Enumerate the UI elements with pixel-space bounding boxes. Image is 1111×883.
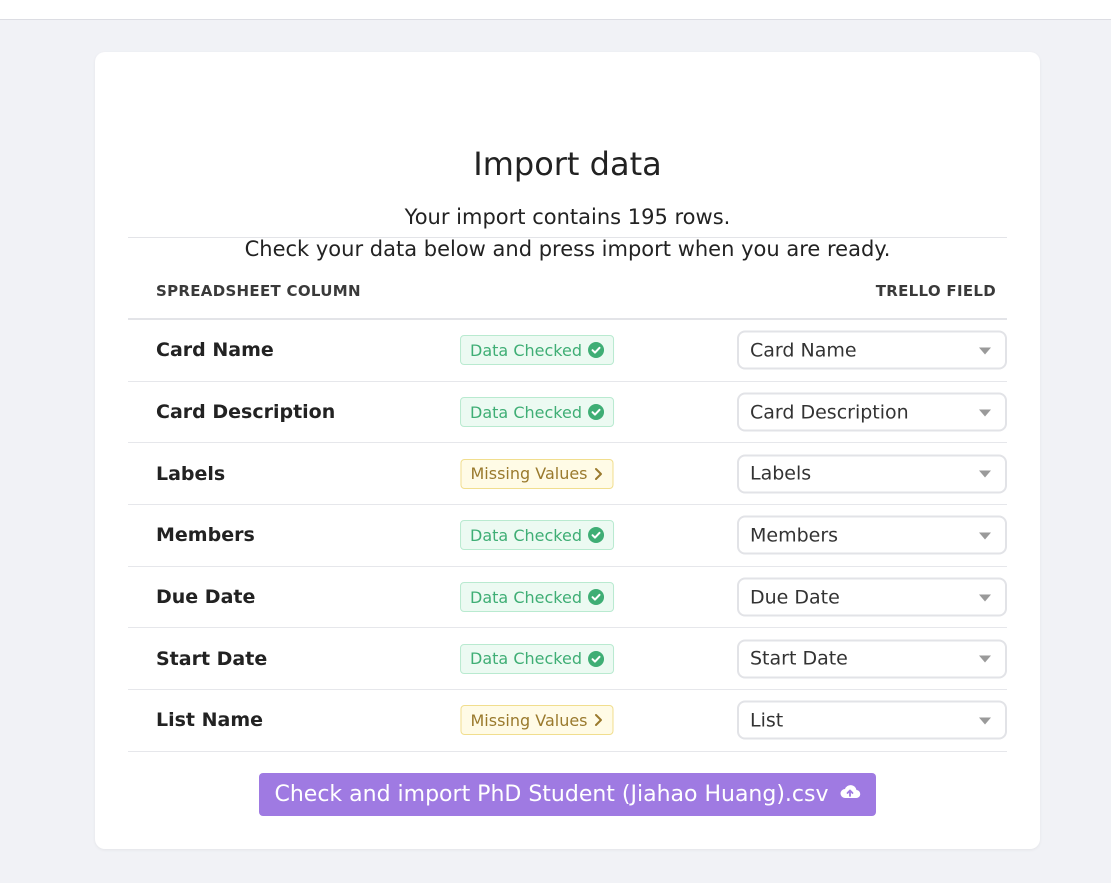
top-bar	[0, 0, 1111, 20]
caret-down-icon	[979, 347, 991, 355]
select-value: Card Name	[750, 339, 857, 362]
status-text: Missing Values	[470, 464, 588, 484]
trello-field-select[interactable]: Due Date	[737, 577, 1007, 617]
table-row: List Name Missing Values List	[128, 690, 1007, 752]
cloud-upload-icon	[839, 782, 861, 807]
table-row: Start Date Data Checked Start Date	[128, 628, 1007, 691]
select-value: Card Description	[750, 401, 909, 424]
table-row: Labels Missing Values Labels	[128, 443, 1007, 506]
column-name: Members	[156, 524, 255, 547]
select-value: Members	[750, 524, 839, 547]
select-value: Due Date	[750, 586, 840, 609]
check-circle-icon	[587, 342, 604, 359]
row-count-text: Your import contains 195 rows.	[404, 205, 731, 229]
select-value: Labels	[750, 462, 812, 485]
chevron-right-icon	[594, 713, 604, 727]
table-row: Due Date Data Checked Due Date	[128, 567, 1007, 629]
caret-down-icon	[979, 532, 991, 540]
table-row: Members Data Checked Members	[128, 505, 1007, 567]
trello-field-select[interactable]: Card Description	[737, 392, 1007, 432]
trello-field-select[interactable]: Start Date	[737, 639, 1007, 679]
check-circle-icon	[587, 589, 604, 606]
status-text: Data Checked	[470, 587, 582, 607]
column-name: Card Description	[156, 401, 336, 424]
check-circle-icon	[587, 527, 604, 544]
status-badge[interactable]: Missing Values	[460, 705, 614, 736]
status-badge: Data Checked	[460, 582, 614, 613]
column-name: Start Date	[156, 647, 268, 670]
chevron-right-icon	[594, 467, 604, 481]
status-badge: Data Checked	[460, 335, 614, 366]
status-badge: Data Checked	[460, 643, 614, 674]
table-row: Card Name Data Checked Card Name	[128, 320, 1007, 382]
spreadsheet-column-header: SPREADSHEET COLUMN	[156, 282, 361, 300]
trello-field-select[interactable]: Labels	[737, 454, 1007, 494]
caret-down-icon	[979, 655, 991, 663]
trello-field-select[interactable]: Members	[737, 515, 1007, 555]
status-badge[interactable]: Missing Values	[460, 458, 614, 489]
status-text: Data Checked	[470, 649, 582, 669]
status-text: Data Checked	[470, 402, 582, 422]
column-name: List Name	[156, 709, 264, 732]
check-circle-icon	[587, 650, 604, 667]
instructions-text: Check your data below and press import w…	[244, 237, 891, 261]
page-title: Import data	[473, 145, 662, 183]
mapping-table: Card Name Data Checked Card Name Card De…	[128, 320, 1007, 752]
table-row: Card Description Data Checked Card Descr…	[128, 382, 1007, 444]
import-button[interactable]: Check and import PhD Student (Jiahao Hua…	[259, 773, 876, 816]
status-text: Data Checked	[470, 340, 582, 360]
status-badge: Data Checked	[460, 397, 614, 428]
trello-field-select[interactable]: List	[737, 700, 1007, 740]
check-circle-icon	[587, 404, 604, 421]
select-value: Start Date	[750, 647, 848, 670]
caret-down-icon	[979, 470, 991, 478]
trello-field-header: TRELLO FIELD	[875, 282, 996, 300]
caret-down-icon	[979, 717, 991, 725]
trello-field-select[interactable]: Card Name	[737, 330, 1007, 370]
status-badge: Data Checked	[460, 520, 614, 551]
column-name: Due Date	[156, 586, 256, 609]
import-button-label: Check and import PhD Student (Jiahao Hua…	[274, 782, 829, 807]
caret-down-icon	[979, 594, 991, 602]
caret-down-icon	[979, 409, 991, 417]
column-name: Labels	[156, 462, 226, 485]
select-value: List	[750, 709, 784, 732]
column-name: Card Name	[156, 339, 274, 362]
divider	[128, 237, 1007, 238]
status-text: Missing Values	[470, 710, 588, 730]
status-text: Data Checked	[470, 525, 582, 545]
